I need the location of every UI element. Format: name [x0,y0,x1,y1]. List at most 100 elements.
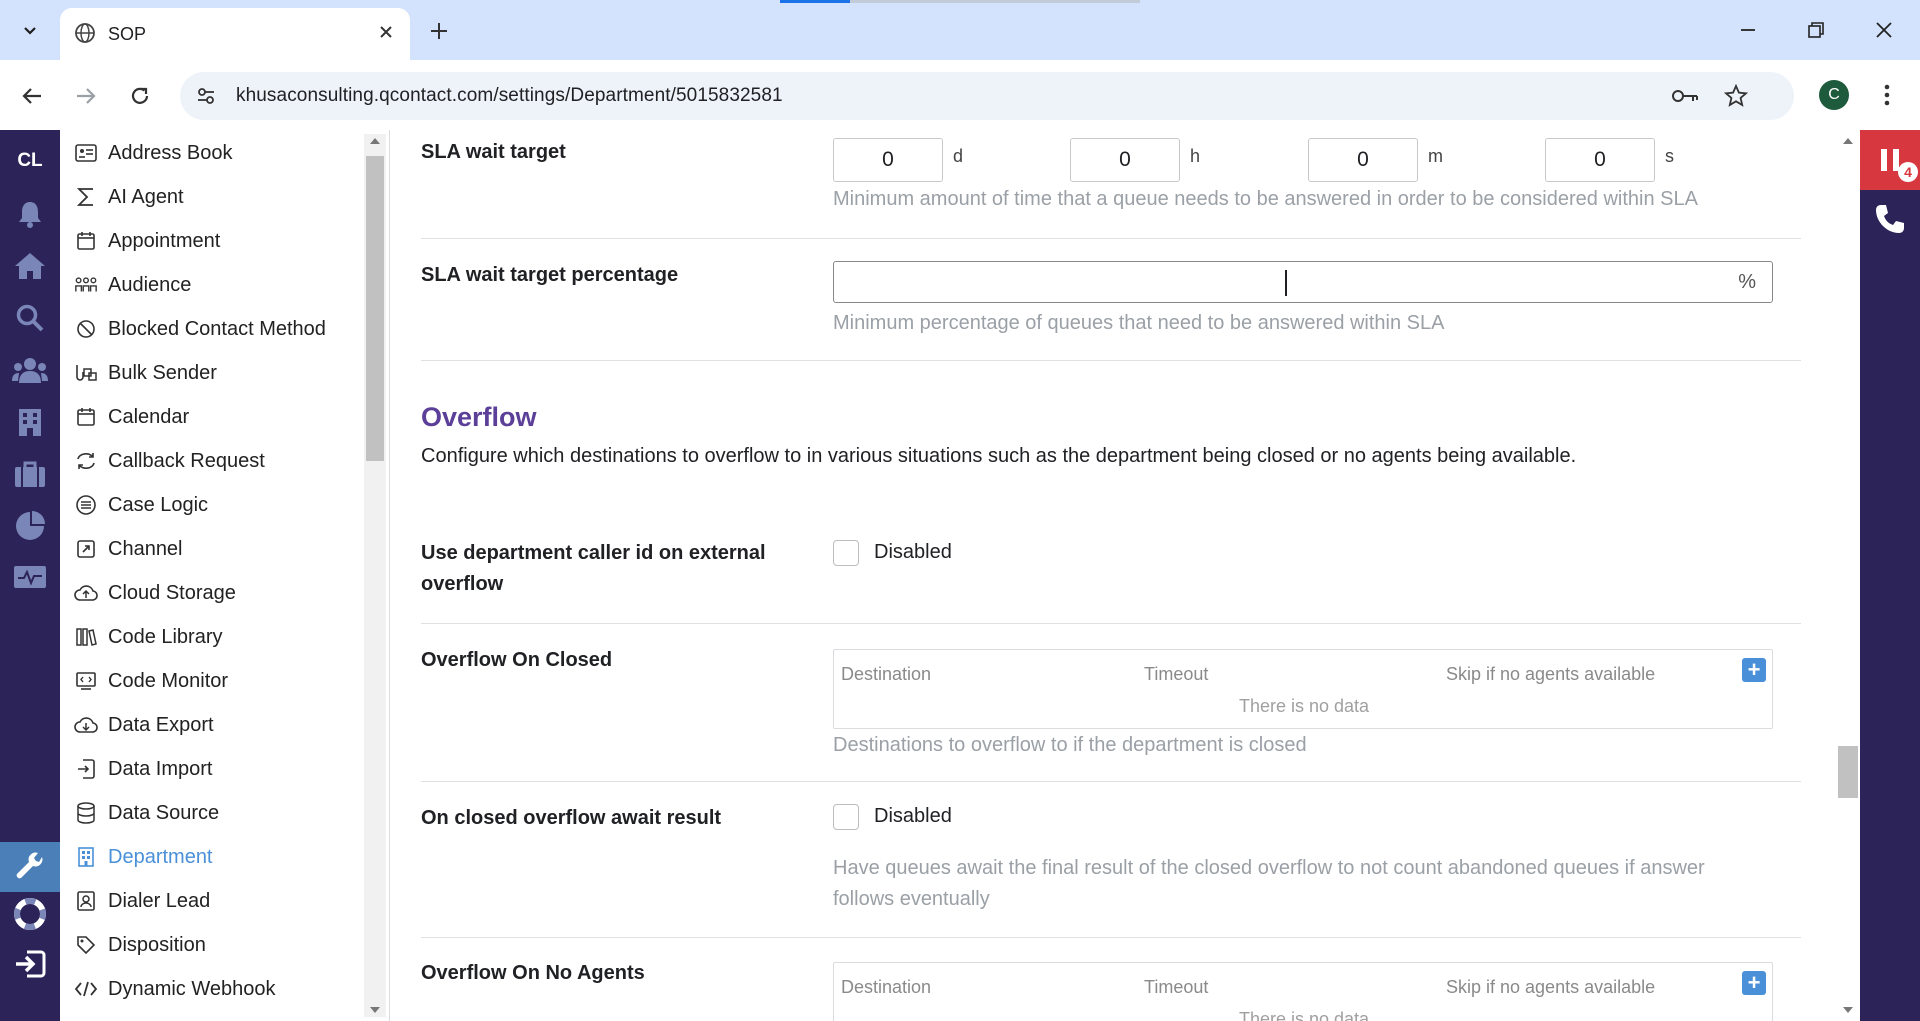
sidebar-item-address-book[interactable]: Address Book [60,133,365,173]
column-header-skip[interactable]: Skip if no agents available [1446,977,1655,998]
sidebar-item-ai-agent[interactable]: AI Agent [60,177,365,217]
bookmark-star-icon[interactable] [1722,82,1750,110]
sidebar-item-dynamic-webhook[interactable]: Dynamic Webhook [60,969,365,1009]
browser-menu-icon[interactable] [1872,80,1902,110]
sidebar-item-label: Bulk Sender [108,362,217,384]
column-header-timeout[interactable]: Timeout [1144,664,1208,685]
profile-avatar[interactable]: C [1819,80,1849,110]
import-icon [74,758,98,780]
sidebar-item-audience[interactable]: Audience [60,265,365,305]
scroll-down-arrow-icon[interactable] [370,1007,380,1013]
minimize-icon[interactable] [1728,12,1768,48]
close-window-icon[interactable] [1864,12,1904,48]
sidebar-item-code-library[interactable]: Code Library [60,617,365,657]
sla-percentage-input[interactable]: % [833,261,1773,303]
users-icon[interactable] [0,348,60,392]
home-icon[interactable] [0,244,60,288]
sidebar-item-appointment[interactable]: Appointment [60,221,365,261]
percent-suffix: % [1738,271,1756,293]
on-closed-await-help: Have queues await the final result of th… [833,853,1705,915]
overflow-on-closed-grid: Destination Timeout Skip if no agents av… [833,649,1773,729]
sidebar-item-department[interactable]: Department [60,837,365,877]
sidebar-item-label: Code Monitor [108,670,229,692]
sla-minutes-input[interactable]: 0 [1308,138,1418,182]
empty-grid-message: There is no data [1238,696,1370,716]
wrench-icon[interactable] [0,842,60,892]
cloud-download-icon [74,714,98,736]
reload-icon[interactable] [122,78,158,114]
back-icon[interactable] [14,78,50,114]
url-text[interactable]: khusaconsulting.qcontact.com/settings/De… [236,85,783,107]
overflow-section-description: Configure which destinations to overflow… [421,445,1577,467]
main-scrollbar[interactable] [1836,134,1860,1017]
blocked-icon [74,318,98,340]
text-caret [1285,270,1287,296]
new-tab-button[interactable] [424,16,454,46]
sidebar-item-bulk-sender[interactable]: Bulk Sender [60,353,365,393]
pause-button[interactable]: 4 [1860,130,1920,190]
scroll-up-arrow-icon[interactable] [370,138,380,144]
sidebar-item-label: Address Book [108,142,233,164]
brand-logo: CL [17,150,43,171]
scrollbar-thumb[interactable] [1838,746,1858,798]
sidebar-item-label: Code Library [108,626,223,648]
label-line: Use department caller id on external [421,542,766,564]
search-icon[interactable] [0,296,60,340]
case-logic-icon [74,494,98,516]
on-closed-await-state[interactable]: Disabled [874,805,952,828]
sidebar-item-channel[interactable]: Channel [60,529,365,569]
help-line: follows eventually [833,888,990,910]
sidebar-item-disposition[interactable]: Disposition [60,925,365,965]
column-header-destination[interactable]: Destination [841,664,931,685]
building-icon[interactable] [0,400,60,444]
sidebar-item-label: Case Logic [108,494,209,516]
settings-list-scrollbar[interactable] [364,134,386,1017]
phone-icon[interactable] [1860,194,1920,244]
scroll-up-arrow-icon[interactable] [1843,138,1853,144]
scrollbar-thumb[interactable] [366,156,384,461]
sidebar-item-data-source[interactable]: Data Source [60,793,365,833]
sidebar-item-code-monitor[interactable]: Code Monitor [60,661,365,701]
sidebar-item-dialer-lead[interactable]: Dialer Lead [60,881,365,921]
on-closed-await-checkbox[interactable] [833,804,859,830]
add-row-button[interactable]: + [1742,971,1766,995]
close-tab-icon[interactable] [374,20,398,44]
column-header-skip[interactable]: Skip if no agents available [1446,664,1655,685]
sidebar-item-label: Disposition [108,934,206,956]
tab-search-icon[interactable] [10,14,50,46]
column-header-destination[interactable]: Destination [841,977,931,998]
sidebar-item-label: Department [108,846,213,868]
sidebar-item-calendar[interactable]: Calendar [60,397,365,437]
sidebar-item-label: Blocked Contact Method [108,318,326,340]
cloud-upload-icon [74,582,98,604]
sidebar-item-data-export[interactable]: Data Export [60,705,365,745]
lifebuoy-icon[interactable] [0,892,60,936]
scroll-down-arrow-icon[interactable] [1843,1007,1853,1013]
pie-chart-icon[interactable] [0,504,60,548]
bell-icon[interactable] [0,192,60,236]
add-row-button[interactable]: + [1742,658,1766,682]
sidebar-item-case-logic[interactable]: Case Logic [60,485,365,525]
address-bar[interactable]: khusaconsulting.qcontact.com/settings/De… [180,72,1794,120]
sla-seconds-input[interactable]: 0 [1545,138,1655,182]
sidebar-item-callback-request[interactable]: Callback Request [60,441,365,481]
sla-hours-input[interactable]: 0 [1070,138,1180,182]
sla-days-input[interactable]: 0 [833,138,943,182]
monitor-icon[interactable] [0,556,60,600]
sidebar-item-blocked-contact-method[interactable]: Blocked Contact Method [60,309,365,349]
password-key-icon[interactable] [1670,84,1700,108]
restore-icon[interactable] [1796,12,1836,48]
tab-strip-indicator [780,0,850,3]
briefcase-icon[interactable] [0,452,60,496]
logout-icon[interactable] [0,942,60,986]
sidebar-item-data-import[interactable]: Data Import [60,749,365,789]
tab-title: SOP [108,24,147,44]
help-line: Have queues await the final result of th… [833,857,1705,879]
column-header-timeout[interactable]: Timeout [1144,977,1208,998]
use-caller-id-state[interactable]: Disabled [874,541,952,564]
sidebar-item-cloud-storage[interactable]: Cloud Storage [60,573,365,613]
site-info-icon[interactable] [192,82,220,110]
forward-icon[interactable] [68,78,104,114]
use-caller-id-checkbox[interactable] [833,540,859,566]
browser-tab[interactable]: SOP [60,8,410,60]
